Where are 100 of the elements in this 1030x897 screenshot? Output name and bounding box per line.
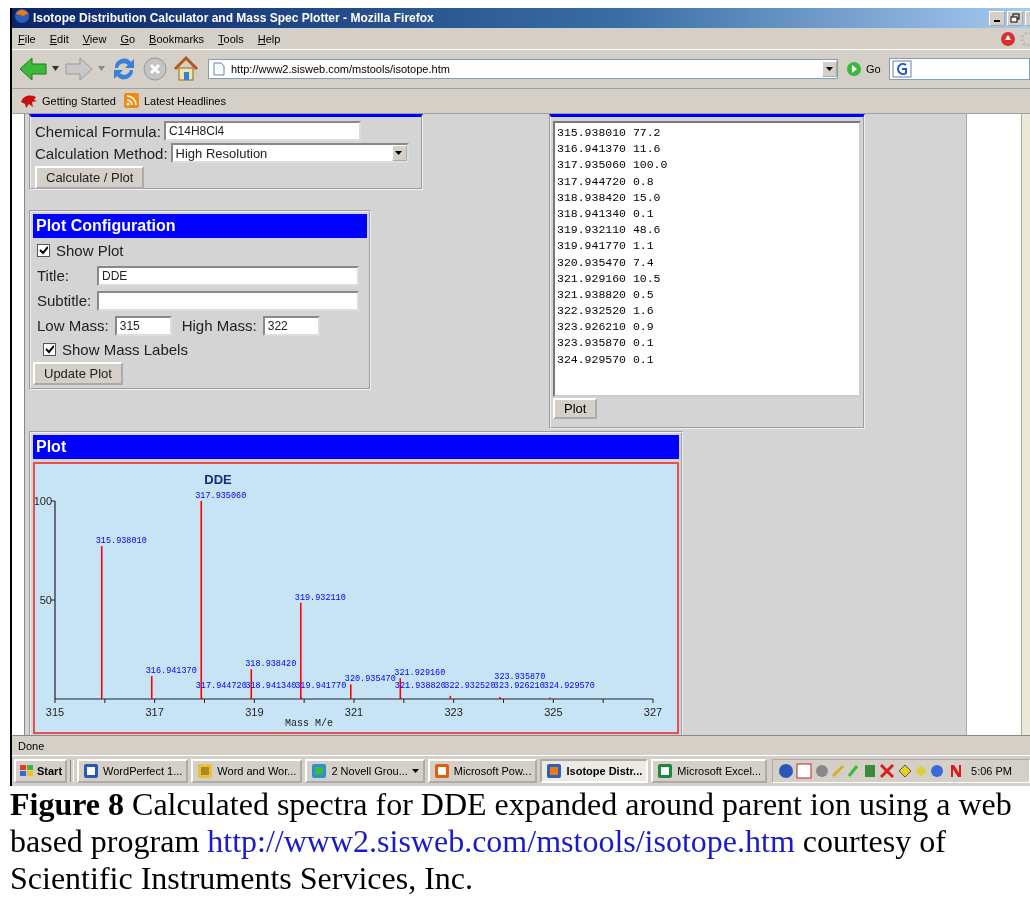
field-label: High Mass: (181, 317, 257, 334)
panel-header: Plot (33, 435, 679, 459)
result-line: 318.941340 0.1 (557, 205, 655, 222)
app-icon (546, 763, 563, 779)
high-mass-field[interactable]: 322 (262, 315, 320, 336)
taskbar-button[interactable]: Microsoft Excel... (651, 759, 768, 783)
title-field[interactable]: DDE (97, 265, 359, 286)
figure-caption: Figure 8 Calculated spectra for DDE expanded around parent ion using a web based program http://www2.sisweb.com/mstools/isotope.htm courtesy of Scientific Instruments Services, Inc. (9, 786, 1013, 897)
field-label: Title: (37, 267, 70, 284)
axis-tick-label: 50 (39, 594, 52, 606)
result-line: 321.929160 10.5 (557, 270, 662, 287)
taskbar-button[interactable]: Word and Wor... (191, 759, 303, 783)
plot-button[interactable]: Plot (553, 398, 598, 419)
axis-tick-label: 319 (245, 706, 264, 718)
bookmark-link[interactable]: Getting Started (20, 93, 116, 109)
checkbox-label: Show Plot (56, 242, 124, 259)
result-line: 319.941770 1.1 (557, 238, 655, 255)
formula-field[interactable]: C14H8Cl4 (163, 121, 361, 141)
field-label: Low Mass: (37, 317, 109, 334)
axis-tick-label: 323 (444, 706, 463, 718)
home-icon[interactable] (172, 55, 200, 83)
calculate-button[interactable]: Calculate / Plot (35, 166, 145, 189)
windows-logo-icon (19, 764, 35, 778)
clock: 5:06 PM (971, 765, 1012, 777)
mass-label: 322.932520 (444, 681, 496, 691)
mass-label: 316.941370 (145, 666, 197, 677)
window-title: Isotope Distribution Calculator and Mass Spec Plotter - Mozilla Firefox (33, 11, 435, 25)
result-line: 324.929570 0.1 (557, 351, 655, 368)
axis-tick-label: 100 (35, 495, 52, 507)
result-line: 321.938820 0.5 (557, 286, 655, 303)
result-line: 323.935870 0.1 (557, 335, 655, 352)
start-button[interactable]: Start (14, 759, 68, 783)
mass-label: 315.938010 (95, 536, 147, 547)
checkbox[interactable] (37, 244, 50, 257)
menu-item[interactable]: Tools (212, 32, 252, 45)
dropdown-button[interactable] (822, 61, 837, 77)
taskbar-button[interactable]: 2 Novell Grou... (305, 759, 425, 783)
feed-icon (124, 93, 140, 109)
result-line: 319.932110 48.6 (557, 222, 662, 239)
axis-title: Mass M/e (285, 718, 333, 729)
menu-item[interactable]: Go (114, 32, 144, 45)
result-line: 322.932520 1.6 (557, 303, 655, 320)
mass-label: 324.929570 (543, 681, 595, 691)
bookmark-link[interactable]: Latest Headlines (124, 93, 226, 109)
stop-icon[interactable] (142, 56, 168, 82)
alert-icon[interactable] (1000, 30, 1016, 47)
result-line: 318.938420 15.0 (557, 189, 662, 206)
spectrum-bar (150, 676, 153, 699)
mass-label: 323.926210 (493, 681, 545, 691)
method-dropdown[interactable]: High Resolution (170, 143, 409, 163)
app-icon (311, 763, 328, 779)
address-field[interactable]: http://www2.sisweb.com/mstools/isotope.htm (208, 59, 838, 79)
taskbar-button[interactable]: WordPerfect 1... (77, 759, 189, 783)
menu-item[interactable]: Help (251, 32, 289, 45)
search-field[interactable] (888, 58, 1030, 80)
field-label: Chemical Formula: (35, 122, 161, 140)
taskbar-button[interactable]: Microsoft Pow... (427, 759, 538, 783)
axis-tick-label: 317 (145, 706, 164, 718)
low-mass-field[interactable]: 315 (114, 315, 172, 336)
result-line: 320.935470 7.4 (557, 254, 655, 271)
result-line: 316.941370 11.6 (557, 141, 662, 158)
go-button[interactable]: Go (842, 61, 885, 77)
tray-icon (950, 764, 963, 778)
menu-item[interactable]: Bookmarks (143, 32, 213, 45)
subtitle-field[interactable] (97, 290, 359, 311)
scrollbar[interactable] (1021, 114, 1030, 735)
search-engine-icon[interactable] (891, 60, 912, 78)
restore-button[interactable] (1007, 10, 1023, 26)
app-icon (83, 763, 100, 779)
go-icon (846, 61, 862, 77)
chart-title: DDE (204, 472, 232, 487)
minimize-button[interactable] (989, 10, 1005, 26)
axis-tick-label: 325 (544, 706, 563, 718)
minimize-icon (994, 20, 1000, 22)
axis-tick-label: 315 (45, 706, 65, 718)
result-line: 317.935060 100.0 (557, 157, 669, 174)
status-text: Done (18, 739, 45, 752)
result-line: 317.944720 0.8 (557, 173, 655, 190)
update-plot-button[interactable]: Update Plot (33, 362, 123, 385)
menu-item[interactable]: View (76, 32, 115, 45)
caption-link[interactable]: http://www2.sisweb.com/mstools/isotope.htm (207, 823, 795, 859)
mass-label: 323.935870 (494, 672, 546, 682)
throbber-icon (1020, 30, 1030, 47)
panel-header: Plot Configuration (33, 214, 367, 238)
field-label: Subtitle: (37, 292, 91, 309)
checkbox[interactable] (43, 342, 56, 356)
menu-item[interactable]: Edit (43, 32, 77, 45)
axis-tick-label: 321 (344, 706, 364, 718)
app-icon (657, 763, 674, 779)
menu-item[interactable]: File (12, 32, 44, 45)
spectrum-bar (449, 695, 452, 699)
mass-label: 318.938420 (245, 659, 297, 670)
result-line: 315.938010 77.2 (557, 125, 662, 141)
restore-icon (1010, 13, 1020, 23)
taskbar-button[interactable]: Isotope Distr... (540, 759, 649, 783)
result-line: 323.926210 0.9 (557, 319, 655, 336)
bookmark-icon (20, 93, 38, 109)
mass-label: 319.932110 (294, 592, 346, 603)
field-label: Calculation Method: (35, 144, 168, 162)
caret-icon[interactable] (52, 66, 60, 72)
